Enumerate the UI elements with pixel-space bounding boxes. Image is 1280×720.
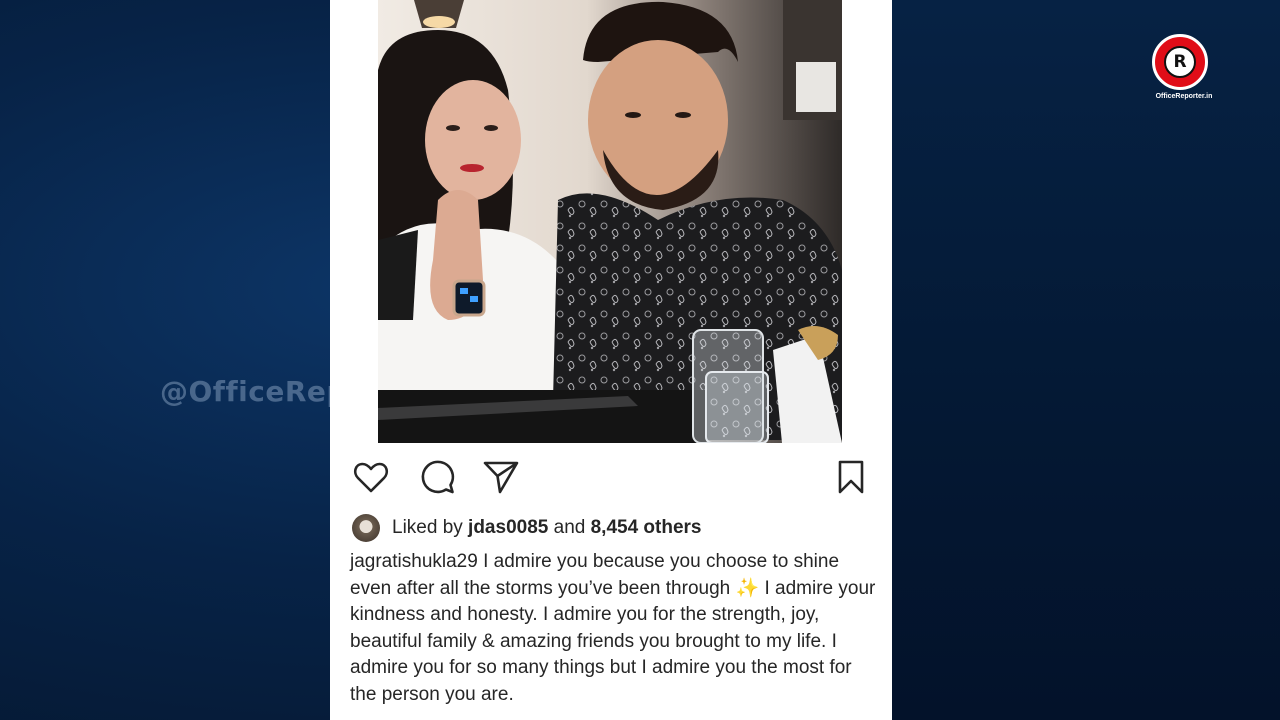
channel-logo: R OfficeReporter.in <box>1150 34 1218 106</box>
likes-count-link[interactable]: 8,454 others <box>591 517 702 539</box>
share-button[interactable] <box>482 458 520 496</box>
logo-ring: R <box>1152 34 1208 90</box>
likes-summary: Liked by jdas0085 and 8,454 others <box>352 512 702 544</box>
likes-prefix: Liked by <box>392 517 469 538</box>
paper-plane-icon <box>483 461 519 494</box>
caption-username[interactable]: jagratishukla29 <box>350 551 478 572</box>
liker-username[interactable]: jdas0085 <box>468 517 548 539</box>
comment-button[interactable] <box>418 458 456 496</box>
post-photo <box>378 0 842 443</box>
instagram-post-card: Liked by jdas0085 and 8,454 others jagra… <box>330 0 892 720</box>
save-button[interactable] <box>832 458 870 496</box>
post-actions-bar <box>352 458 872 498</box>
like-button[interactable] <box>352 458 390 496</box>
liker-avatar[interactable] <box>352 514 380 542</box>
post-caption: jagratishukla29 I admire you because you… <box>350 549 878 708</box>
heart-outline-icon <box>353 462 389 493</box>
sparkles-emoji: ✨ <box>735 577 760 599</box>
likes-middle: and <box>548 517 591 538</box>
background-right-panel <box>890 0 1280 720</box>
logo-letter: R <box>1164 46 1196 78</box>
bookmark-outline-icon <box>838 460 864 494</box>
channel-watermark: @OfficeReporter <box>160 375 330 408</box>
speech-bubble-icon <box>421 460 455 494</box>
logo-text: OfficeReporter.in <box>1155 93 1213 100</box>
